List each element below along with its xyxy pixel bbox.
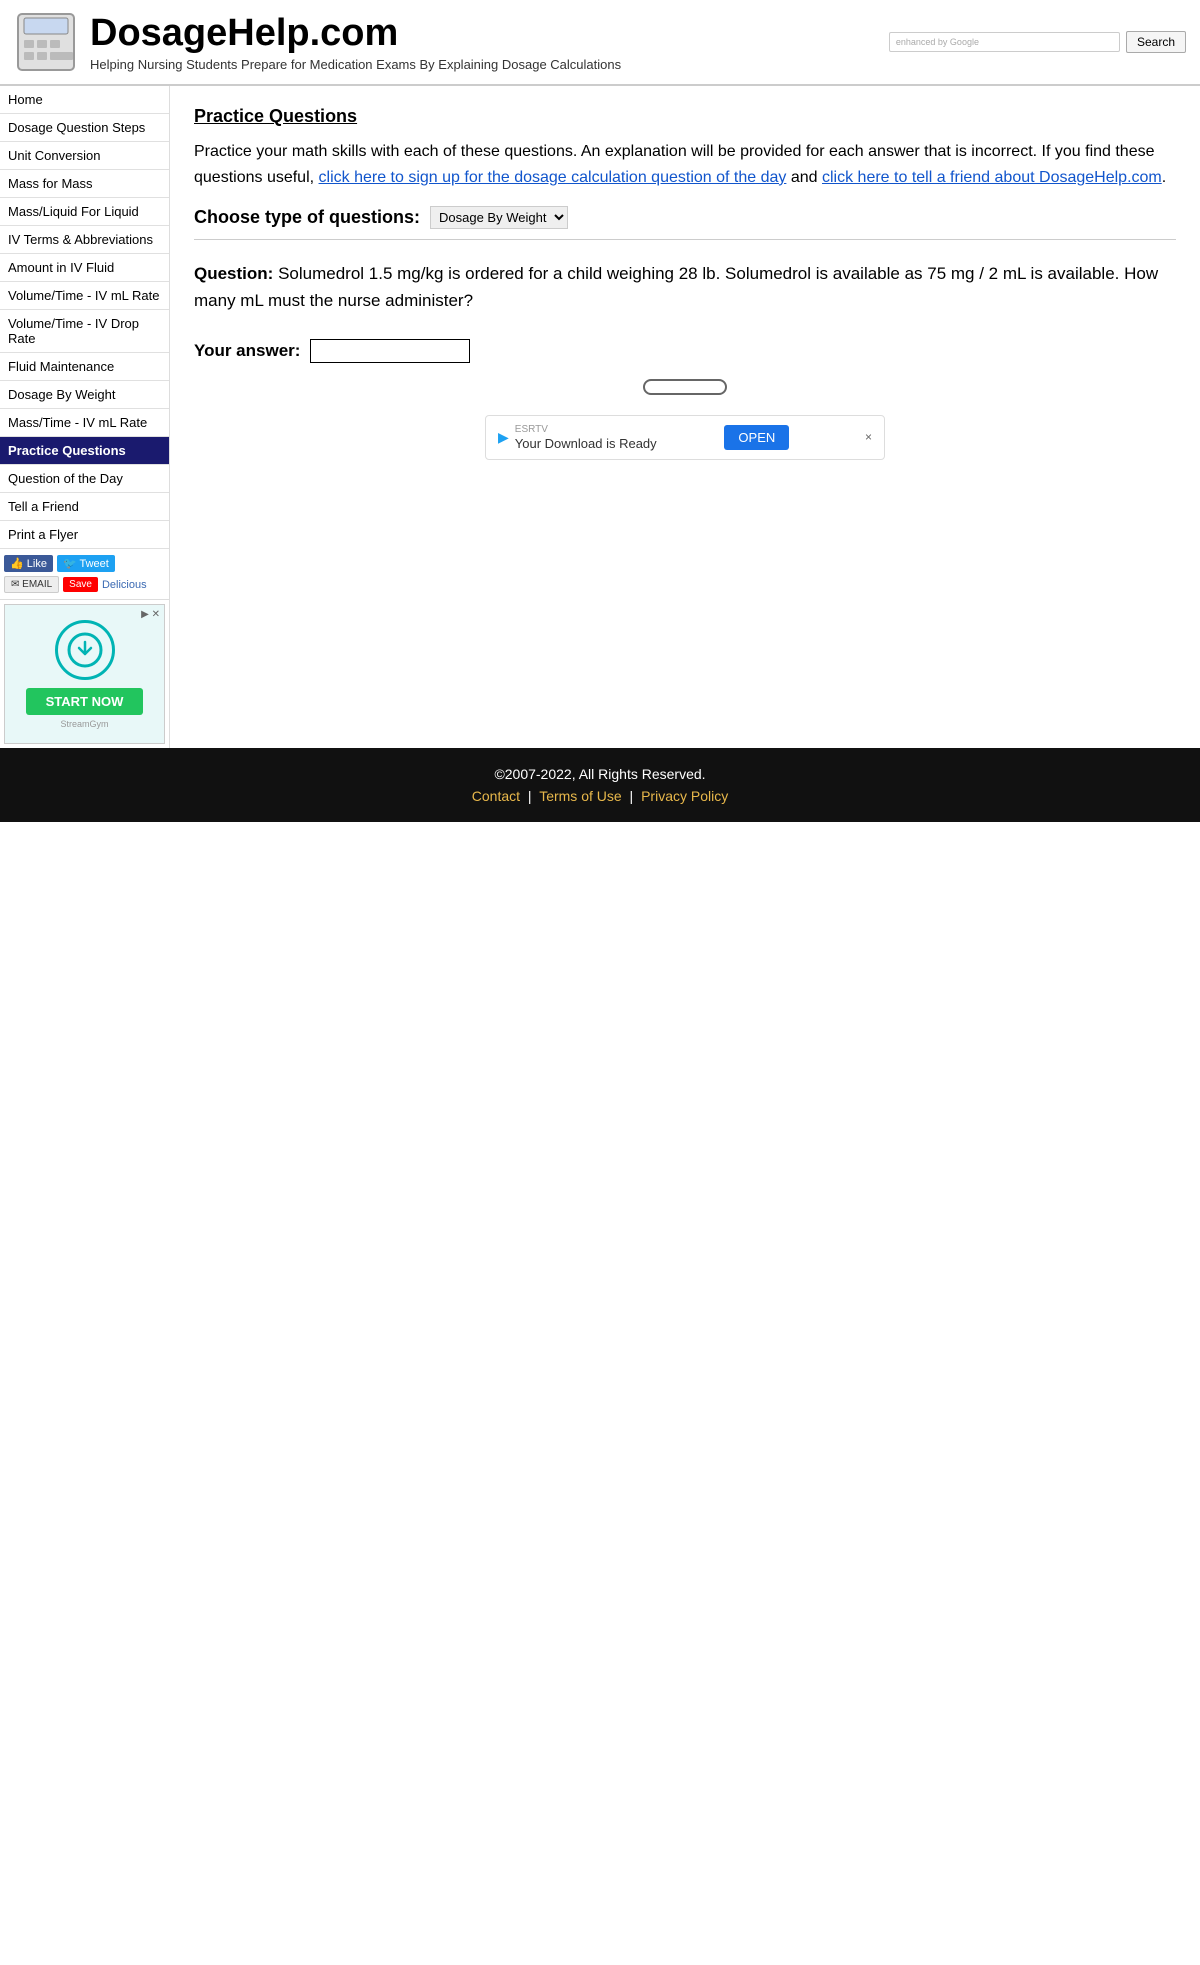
ad-download-icon xyxy=(55,620,115,680)
header-left: DosageHelp.com Helping Nursing Students … xyxy=(14,10,621,74)
delicious-link[interactable]: Delicious xyxy=(102,579,147,591)
terms-link[interactable]: Terms of Use xyxy=(539,788,621,804)
notification-open-button[interactable]: OPEN xyxy=(724,425,789,450)
privacy-link[interactable]: Privacy Policy xyxy=(641,788,728,804)
email-button[interactable]: ✉ EMAIL xyxy=(4,576,59,593)
answer-label: Your answer: xyxy=(194,341,300,361)
notification-bar: ▶ ESRTV Your Download is Ready OPEN × xyxy=(485,415,885,460)
sidebar-item-print-a-flyer[interactable]: Print a Flyer xyxy=(0,521,169,549)
signup-link[interactable]: click here to sign up for the dosage cal… xyxy=(319,169,787,186)
sidebar-item-volume-time-ml[interactable]: Volume/Time - IV mL Rate xyxy=(0,282,169,310)
ad-close-icon[interactable]: ▶ ✕ xyxy=(141,609,160,620)
sidebar-item-tell-a-friend[interactable]: Tell a Friend xyxy=(0,493,169,521)
sidebar-item-mass-liquid-for-liquid[interactable]: Mass/Liquid For Liquid xyxy=(0,198,169,226)
search-button[interactable]: Search xyxy=(1126,31,1186,53)
and-text: and xyxy=(791,169,818,186)
separator-1: | xyxy=(528,788,532,804)
sidebar-item-amount-iv-fluid[interactable]: Amount in IV Fluid xyxy=(0,254,169,282)
facebook-like-button[interactable]: 👍 Like xyxy=(4,555,53,572)
submit-button[interactable] xyxy=(643,379,727,395)
sidebar-item-dosage-question-steps[interactable]: Dosage Question Steps xyxy=(0,114,169,142)
sidebar-item-dosage-by-weight[interactable]: Dosage By Weight xyxy=(0,381,169,409)
sidebar-item-volume-time-drop[interactable]: Volume/Time - IV Drop Rate xyxy=(0,310,169,353)
answer-row: Your answer: xyxy=(194,339,1176,363)
notification-left: ▶ ESRTV Your Download is Ready xyxy=(498,424,657,451)
sidebar: HomeDosage Question StepsUnit Conversion… xyxy=(0,86,170,748)
calculator-icon xyxy=(14,10,78,74)
sidebar-item-mass-for-mass[interactable]: Mass for Mass xyxy=(0,170,169,198)
site-footer: ©2007-2022, All Rights Reserved. Contact… xyxy=(0,748,1200,822)
question-text: Question: Solumedrol 1.5 mg/kg is ordere… xyxy=(194,260,1176,314)
google-label: enhanced by Google xyxy=(896,37,979,47)
answer-input[interactable] xyxy=(310,339,470,363)
play-icon: ▶ xyxy=(498,429,509,446)
notification-close-icon[interactable]: × xyxy=(865,430,872,444)
question-label: Question: xyxy=(194,264,273,283)
notification-text-area: ESRTV Your Download is Ready xyxy=(515,424,657,451)
intro-text: Practice your math skills with each of t… xyxy=(194,139,1176,190)
search-input[interactable] xyxy=(983,35,1113,49)
question-body: Solumedrol 1.5 mg/kg is ordered for a ch… xyxy=(194,264,1158,310)
sidebar-item-mass-time-ml[interactable]: Mass/Time - IV mL Rate xyxy=(0,409,169,437)
separator-2: | xyxy=(630,788,634,804)
site-header: DosageHelp.com Helping Nursing Students … xyxy=(0,0,1200,86)
tell-friend-link[interactable]: click here to tell a friend about Dosage… xyxy=(822,169,1162,186)
site-tagline: Helping Nursing Students Prepare for Med… xyxy=(90,57,621,72)
ad-box: ▶ ✕ START NOW StreamGym xyxy=(4,604,165,744)
save-button-social[interactable]: Save xyxy=(63,577,98,592)
sidebar-item-practice-questions[interactable]: Practice Questions xyxy=(0,437,169,465)
period: . xyxy=(1162,169,1166,186)
social-bar: 👍 Like 🐦 Tweet ✉ EMAIL Save Delicious xyxy=(0,549,169,600)
notification-title: Your Download is Ready xyxy=(515,436,657,451)
sidebar-item-question-of-day[interactable]: Question of the Day xyxy=(0,465,169,493)
contact-link[interactable]: Contact xyxy=(472,788,520,804)
sidebar-item-unit-conversion[interactable]: Unit Conversion xyxy=(0,142,169,170)
page-title: Practice Questions xyxy=(194,106,1176,127)
page-layout: HomeDosage Question StepsUnit Conversion… xyxy=(0,86,1200,748)
sidebar-item-fluid-maintenance[interactable]: Fluid Maintenance xyxy=(0,353,169,381)
footer-copyright: ©2007-2022, All Rights Reserved. xyxy=(10,766,1190,782)
search-area: enhanced by Google Search xyxy=(889,31,1186,53)
header-title-area: DosageHelp.com Helping Nursing Students … xyxy=(90,12,621,72)
main-content: Practice Questions Practice your math sk… xyxy=(170,86,1200,748)
choose-type-label: Choose type of questions: xyxy=(194,207,420,228)
ad-start-button[interactable]: START NOW xyxy=(26,688,144,715)
footer-links: Contact | Terms of Use | Privacy Policy xyxy=(10,788,1190,804)
question-type-select[interactable]: Dosage By Weight xyxy=(430,206,568,229)
notification-brand: ESRTV xyxy=(515,424,657,436)
twitter-tweet-button[interactable]: 🐦 Tweet xyxy=(57,555,115,572)
site-title: DosageHelp.com xyxy=(90,12,621,55)
sidebar-item-home[interactable]: Home xyxy=(0,86,169,114)
choose-type-row: Choose type of questions: Dosage By Weig… xyxy=(194,206,1176,229)
search-wrapper[interactable]: enhanced by Google xyxy=(889,32,1120,52)
ad-brand-label: StreamGym xyxy=(60,719,108,729)
sidebar-item-iv-terms[interactable]: IV Terms & Abbreviations xyxy=(0,226,169,254)
section-divider xyxy=(194,239,1176,240)
